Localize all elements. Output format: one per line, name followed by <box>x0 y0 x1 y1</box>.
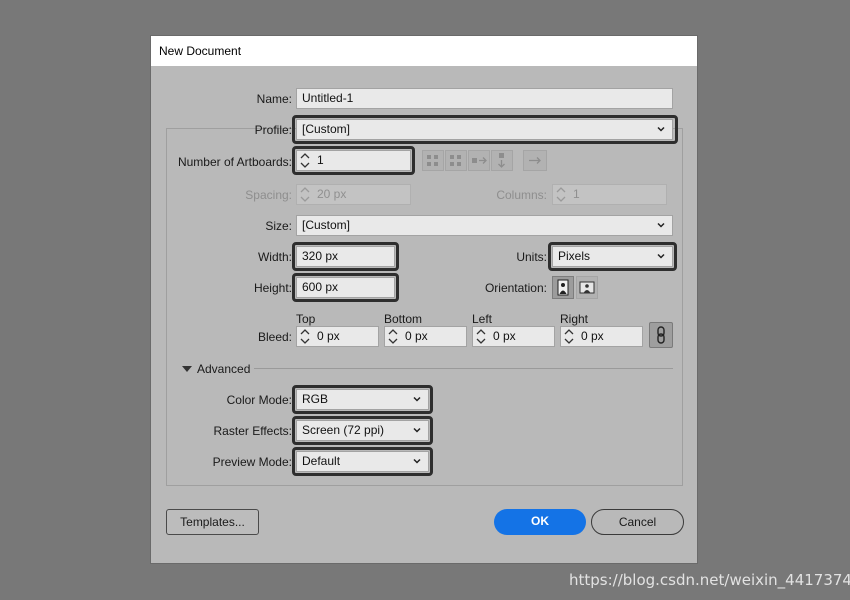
grid-by-row-icon[interactable] <box>422 150 444 171</box>
height-label: Height: <box>253 281 292 295</box>
cancel-button[interactable]: Cancel <box>591 509 684 535</box>
name-input[interactable]: Untitled-1 <box>296 88 673 109</box>
orientation-label: Orientation: <box>484 281 547 295</box>
artboards-label: Number of Artboards: <box>177 155 292 169</box>
arrange-by-column-icon[interactable] <box>491 150 513 171</box>
name-label: Name: <box>256 92 292 106</box>
bleed-bottom-value: 0 px <box>405 329 428 343</box>
link-bleed-icon[interactable] <box>649 322 673 348</box>
profile-label: Profile: <box>254 123 292 137</box>
spacing-label: Spacing: <box>245 188 292 202</box>
advanced-divider <box>254 368 673 369</box>
bleed-bottom-label: Bottom <box>384 312 423 326</box>
height-highlight <box>292 273 399 302</box>
stepper-arrows-icon[interactable] <box>387 328 399 345</box>
ok-button[interactable]: OK <box>494 509 586 535</box>
raster-effects-label: Raster Effects: <box>213 424 292 438</box>
bleed-left-value: 0 px <box>493 329 516 343</box>
bleed-label: Bleed: <box>257 330 292 344</box>
color-mode-highlight <box>292 385 433 414</box>
new-document-dialog: New Document Name: Untitled-1 Profile: [… <box>150 35 698 564</box>
triangle-down-icon[interactable] <box>181 364 193 374</box>
landscape-icon[interactable] <box>576 276 598 299</box>
bleed-left-stepper[interactable]: 0 px <box>472 326 555 347</box>
artboards-highlight <box>292 146 415 175</box>
dialog-title: New Document <box>159 44 242 58</box>
preview-mode-highlight <box>292 447 433 476</box>
size-select[interactable]: [Custom] <box>296 215 673 236</box>
portrait-icon[interactable] <box>552 276 574 299</box>
arrange-by-row-icon[interactable] <box>468 150 490 171</box>
size-value: [Custom] <box>302 218 351 232</box>
units-label: Units: <box>516 250 547 264</box>
raster-effects-highlight <box>292 416 433 445</box>
size-label: Size: <box>265 219 292 233</box>
title-bar: New Document <box>151 36 697 66</box>
stepper-arrows-icon <box>556 187 566 202</box>
right-to-left-icon[interactable] <box>523 150 547 171</box>
chevron-down-icon <box>657 222 665 228</box>
spacing-stepper[interactable]: 20 px <box>296 184 411 205</box>
templates-button[interactable]: Templates... <box>166 509 259 535</box>
stepper-arrows-icon[interactable] <box>475 328 487 345</box>
advanced-toggle[interactable]: Advanced <box>197 362 250 376</box>
bleed-bottom-stepper[interactable]: 0 px <box>384 326 467 347</box>
columns-label: Columns: <box>496 188 547 202</box>
profile-highlight <box>292 115 678 144</box>
spacing-value: 20 px <box>317 187 347 201</box>
bleed-right-label: Right <box>560 312 589 326</box>
columns-stepper[interactable]: 1 <box>552 184 667 205</box>
width-label: Width: <box>257 250 292 264</box>
watermark-text: https://blog.csdn.net/weixin_44173741 <box>569 571 850 589</box>
stepper-arrows-icon <box>300 187 310 202</box>
grid-by-column-icon[interactable] <box>445 150 467 171</box>
bleed-left-label: Left <box>472 312 493 326</box>
bleed-top-value: 0 px <box>317 329 340 343</box>
bleed-top-label: Top <box>296 312 316 326</box>
units-highlight <box>548 242 677 271</box>
bleed-top-stepper[interactable]: 0 px <box>296 326 379 347</box>
color-mode-label: Color Mode: <box>226 393 292 407</box>
bleed-right-stepper[interactable]: 0 px <box>560 326 643 347</box>
stepper-arrows-icon[interactable] <box>299 328 311 345</box>
bleed-right-value: 0 px <box>581 329 604 343</box>
stepper-arrows-icon[interactable] <box>563 328 575 345</box>
width-highlight <box>292 242 399 271</box>
preview-mode-label: Preview Mode: <box>212 455 292 469</box>
columns-value: 1 <box>573 187 580 201</box>
